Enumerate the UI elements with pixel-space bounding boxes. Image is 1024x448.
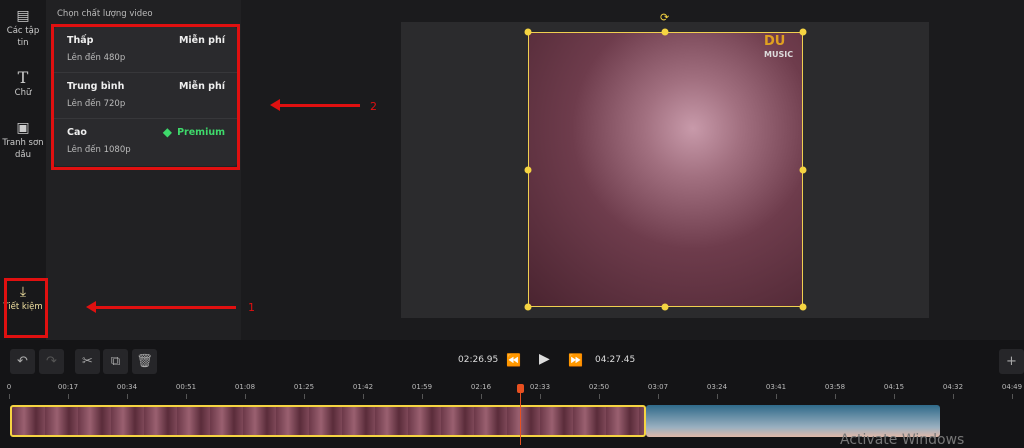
resize-handle[interactable]	[524, 303, 532, 311]
tick-label: 01:59	[411, 383, 433, 391]
tick-label: 01:42	[352, 383, 374, 391]
tick-label: 04:15	[883, 383, 905, 391]
resize-handle[interactable]	[799, 28, 807, 36]
timeline-ruler[interactable]: 0 00:17 00:34 00:51 01:08 01:25 01:42 01:59 02:1…	[0, 380, 1024, 400]
resize-handle[interactable]	[799, 166, 807, 174]
tick-label: 03:07	[647, 383, 669, 391]
play-button[interactable]: ▶	[539, 351, 550, 367]
tick-label: 00:51	[175, 383, 197, 391]
tick-label: 04:32	[942, 383, 964, 391]
tick-label: 00:34	[116, 383, 138, 391]
tick-label: 0	[6, 383, 12, 391]
add-button[interactable]: +	[999, 349, 1024, 374]
panel-title: Chọn chất lượng video	[57, 9, 153, 19]
resize-handle[interactable]	[661, 303, 669, 311]
sidebar-item-text[interactable]: T Chữ	[0, 68, 46, 99]
windows-watermark: Activate Windows	[840, 432, 965, 448]
sidebar-item-files[interactable]: ▤ Các tập tin	[0, 8, 46, 49]
total-time: 04:27.45	[595, 355, 636, 365]
tick-label: 02:16	[470, 383, 492, 391]
annotation-label-1: 1	[248, 301, 255, 314]
tick-mark	[658, 394, 659, 399]
delete-button[interactable]: 🗑	[132, 349, 157, 374]
cut-button[interactable]: ✂	[75, 349, 100, 374]
annotation-box-quality	[51, 24, 240, 170]
current-time: 02:26.95	[458, 355, 499, 365]
tick-label: 01:25	[293, 383, 315, 391]
logo: DU MUSIC	[764, 34, 794, 59]
fast-forward-button[interactable]: ⏩	[568, 353, 583, 367]
tick-mark	[422, 394, 423, 399]
tick-mark	[953, 394, 954, 399]
duplicate-button[interactable]: ⧉	[103, 349, 128, 374]
tick-label: 02:50	[588, 383, 610, 391]
rewind-button[interactable]: ⏪	[506, 353, 521, 367]
tick-label: 02:33	[529, 383, 551, 391]
rotate-icon[interactable]: ⟳	[660, 11, 669, 24]
tick-mark	[776, 394, 777, 399]
tick-label: 03:24	[706, 383, 728, 391]
video-frame[interactable]	[528, 32, 803, 307]
tick-label: 03:41	[765, 383, 787, 391]
tick-label: 04:49	[1001, 383, 1023, 391]
tick-mark	[245, 394, 246, 399]
tick-label: 03:58	[824, 383, 846, 391]
tick-mark	[186, 394, 187, 399]
tick-mark	[835, 394, 836, 399]
tick-mark	[9, 394, 10, 399]
tick-label: 01:08	[234, 383, 256, 391]
tick-mark	[68, 394, 69, 399]
video-clip-selected[interactable]	[10, 405, 646, 437]
tick-mark	[127, 394, 128, 399]
tick-mark	[363, 394, 364, 399]
archive-icon: ▤	[16, 8, 30, 24]
tick-label: 00:17	[57, 383, 79, 391]
annotation-box-save	[4, 278, 48, 338]
redo-button[interactable]: ↷	[39, 349, 64, 374]
tick-mark	[304, 394, 305, 399]
annotation-label-2: 2	[370, 100, 377, 113]
playhead[interactable]	[517, 384, 524, 445]
tick-mark	[717, 394, 718, 399]
tick-mark	[1012, 394, 1013, 399]
annotation-arrow-2	[270, 99, 360, 111]
resize-handle[interactable]	[524, 28, 532, 36]
tick-mark	[540, 394, 541, 399]
tick-mark	[599, 394, 600, 399]
text-icon: T	[17, 68, 29, 87]
tick-mark	[481, 394, 482, 399]
resize-handle[interactable]	[524, 166, 532, 174]
resize-handle[interactable]	[799, 303, 807, 311]
undo-button[interactable]: ↶	[10, 349, 35, 374]
canvas-icon: ▣	[16, 120, 30, 136]
sidebar-item-canvas[interactable]: ▣ Tranh sơn dầu	[0, 120, 46, 161]
tick-mark	[894, 394, 895, 399]
annotation-arrow-1	[86, 301, 236, 313]
resize-handle[interactable]	[661, 28, 669, 36]
